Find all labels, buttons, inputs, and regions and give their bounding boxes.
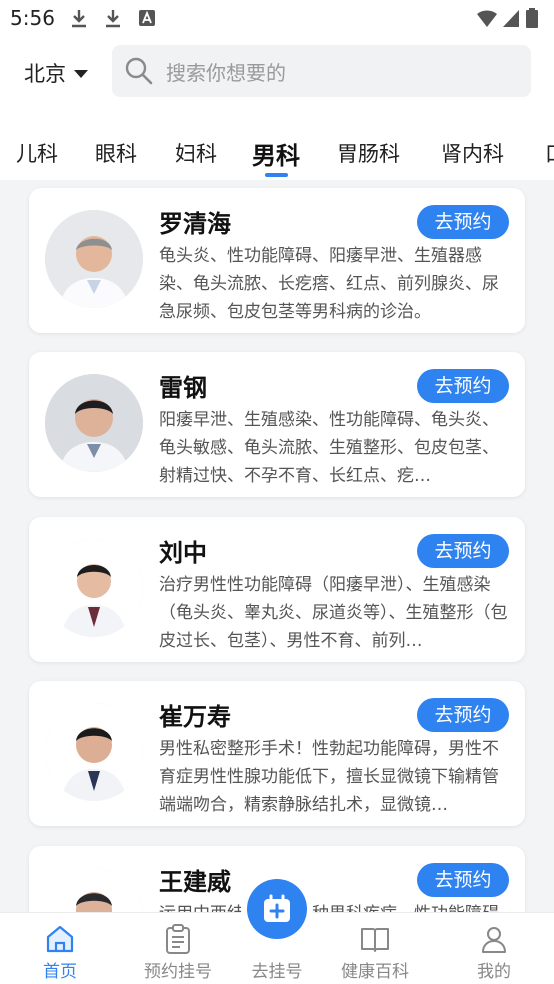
doctor-specialty: 运用中西结合治疗各种男科疾病，性功能障碍 [159,900,511,912]
nav-home[interactable]: 首页 [10,913,110,984]
signal-icon [503,10,519,27]
department-tabs: 儿科 眼科 妇科 男科 胃肠科 肾内科 口 [0,108,554,180]
book-button[interactable]: 去预约 [417,205,509,239]
nav-encyclopedia[interactable]: 健康百科 [325,913,425,984]
download-icon [72,10,86,28]
tab-gastroenterology[interactable]: 胃肠科 [337,138,400,168]
city-selector[interactable]: 北京 [24,58,88,88]
wifi-icon [477,10,497,27]
doctor-card[interactable]: 雷钢 去预约 阳痿早泄、生殖感染、性功能障碍、龟头炎、龟头敏感、龟头流脓、生殖整… [29,352,525,497]
tab-pediatrics[interactable]: 儿科 [16,138,58,168]
doctor-specialty: 治疗男性性功能障碍（阳痿早泄）、生殖感染（龟头炎、睾丸炎、尿道炎等）、生殖整形（… [159,575,508,651]
doctor-card[interactable]: 刘中 去预约 治疗男性性功能障碍（阳痿早泄）、生殖感染（龟头炎、睾丸炎、尿道炎等… [29,517,525,662]
active-tab-indicator [265,173,288,177]
tab-andrology[interactable]: 男科 [252,136,300,171]
status-bar: 5:56 [0,0,554,36]
doctor-specialty: 龟头炎、性功能障碍、阳痿早泄、生殖器感染、龟头流脓、长疙瘩、红点、前列腺炎、尿急… [159,246,499,322]
download-icon [106,10,120,28]
doctor-name: 雷钢 [159,374,207,402]
nav-profile-label: 我的 [477,962,511,982]
nav-register-label: 去挂号 [251,962,303,982]
doctor-avatar [45,539,143,637]
tab-nephrology[interactable]: 肾内科 [441,138,504,168]
tab-more[interactable]: 口 [545,138,554,168]
caret-down-icon [74,70,88,78]
clipboard-icon [166,924,190,954]
doctor-specialty: 男性私密整形手术！性勃起功能障碍，男性不育症男性性腺功能低下，擅长显微镜下输精管… [159,739,499,815]
doctor-avatar [45,703,143,801]
doctor-card[interactable]: 罗清海 去预约 龟头炎、性功能障碍、阳痿早泄、生殖器感染、龟头流脓、长疙瘩、红点… [29,188,525,333]
book-button[interactable]: 去预约 [417,534,509,568]
nav-profile[interactable]: 我的 [444,913,544,984]
register-fab-button[interactable] [247,879,307,939]
doctor-list: 罗清海 去预约 龟头炎、性功能障碍、阳痿早泄、生殖器感染、龟头流脓、长疙瘩、红点… [0,180,554,912]
status-time: 5:56 [10,6,55,30]
city-label: 北京 [24,62,66,86]
tab-gynecology[interactable]: 妇科 [175,138,217,168]
nav-appointment-label: 预约挂号 [144,962,212,982]
user-icon [482,927,506,953]
tab-ophthalmology[interactable]: 眼科 [95,138,137,168]
calendar-plus-icon [264,894,290,922]
doctor-avatar [45,210,143,308]
search-placeholder: 搜索你想要的 [166,60,286,85]
book-button[interactable]: 去预约 [417,369,509,403]
book-button[interactable]: 去预约 [417,863,509,897]
battery-icon [526,8,538,28]
doctor-name: 罗清海 [159,210,231,238]
doctor-name: 崔万寿 [159,703,231,731]
search-icon [125,57,153,85]
nav-encyclopedia-label: 健康百科 [341,962,409,982]
header: 北京 搜索你想要的 [0,36,554,108]
home-icon [46,925,74,953]
doctor-specialty: 阳痿早泄、生殖感染、性功能障碍、龟头炎、龟头敏感、龟头流脓、生殖整形、包皮包茎、… [159,410,499,486]
book-button[interactable]: 去预约 [417,698,509,732]
doctor-name: 王建威 [159,868,231,896]
nav-appointment[interactable]: 预约挂号 [128,913,228,984]
doctor-avatar [45,374,143,472]
nav-home-label: 首页 [43,962,77,982]
book-icon [361,928,389,952]
doctor-name: 刘中 [159,539,207,567]
doctor-card[interactable]: 崔万寿 去预约 男性私密整形手术！性勃起功能障碍，男性不育症男性性腺功能低下，擅… [29,681,525,826]
doctor-avatar [45,868,143,912]
app-notification-icon [139,10,155,26]
search-input[interactable]: 搜索你想要的 [112,45,531,97]
